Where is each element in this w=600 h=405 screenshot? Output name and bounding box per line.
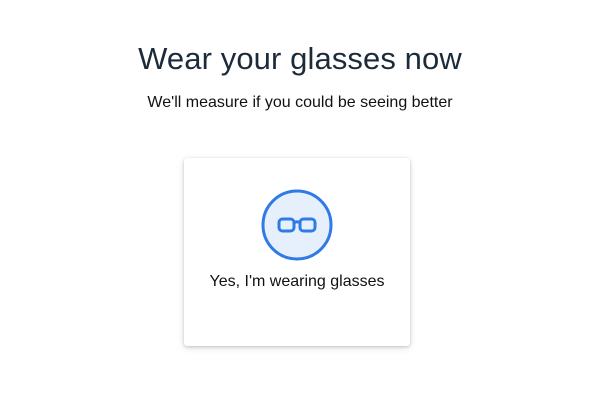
option-label: Yes, I'm wearing glasses (209, 273, 385, 290)
glasses-icon (261, 189, 333, 261)
page: Wear your glasses now We'll measure if y… (0, 0, 600, 405)
wearing-glasses-option-card[interactable]: Yes, I'm wearing glasses (184, 158, 410, 346)
page-title: Wear your glasses now (138, 41, 462, 76)
page-subtitle: We'll measure if you could be seeing bet… (147, 94, 453, 111)
